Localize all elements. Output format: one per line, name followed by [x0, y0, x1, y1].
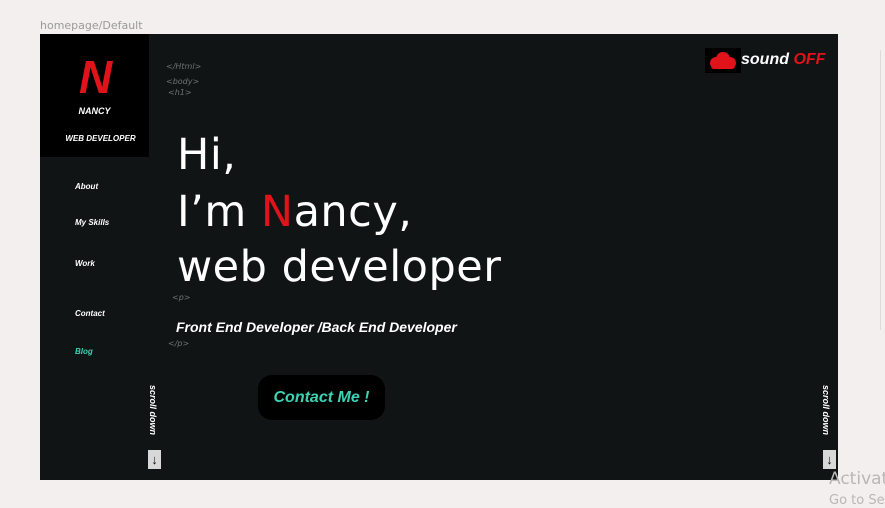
frame-label: homepage/Default — [40, 19, 143, 32]
contact-me-button[interactable]: Contact Me ! — [258, 375, 385, 420]
logo-block[interactable]: N NANCY WEB DEVELOPER — [40, 34, 149, 157]
code-tag-body-open: <body> — [166, 77, 200, 86]
hero-name-line: I’m Nancy, — [177, 191, 412, 234]
sound-state: OFF — [793, 51, 826, 68]
code-tag-h1-open: <h1> — [168, 88, 192, 97]
hero-role: web developer — [177, 242, 502, 292]
activation-watermark-subtitle: Go to Se — [829, 493, 885, 508]
hero-name-accent: N — [260, 187, 294, 237]
code-tag-p-close: </p> — [168, 339, 190, 348]
logo-letter: N — [79, 51, 113, 103]
scroll-down-arrow-icon[interactable]: ↓ — [148, 450, 161, 469]
nav-contact[interactable]: Contact — [75, 309, 105, 318]
code-tag-p-open: <p> — [172, 293, 191, 302]
scroll-down-label-right: scroll down — [821, 385, 831, 436]
nav-work[interactable]: Work — [75, 259, 95, 268]
nav-about[interactable]: About — [75, 182, 98, 191]
logo-name: NANCY — [78, 106, 111, 116]
scroll-down-arrow-icon-right[interactable]: ↓ — [823, 450, 836, 469]
nav-blog[interactable]: Blog — [75, 347, 93, 356]
scroll-down-label-left: scroll down — [148, 385, 158, 436]
hero-name-suffix: ancy, — [293, 187, 413, 237]
hero-greeting: Hi, — [177, 130, 237, 180]
sound-toggle[interactable]: sound OFF — [741, 51, 825, 69]
cloud-icon[interactable] — [705, 48, 741, 73]
activation-watermark-title: Activat — [829, 469, 885, 489]
hero-name-prefix: I’m — [177, 187, 261, 237]
hero-subtitle: Front End Developer /Back End Developer — [176, 319, 457, 335]
code-tag-html-close: </Html> — [166, 62, 202, 71]
nav-my-skills[interactable]: My Skills — [75, 218, 109, 227]
frame-edge-line — [880, 50, 881, 330]
sound-label: sound — [741, 51, 789, 68]
logo-role: WEB DEVELOPER — [65, 134, 136, 143]
homepage-canvas: N NANCY WEB DEVELOPER About My Skills Wo… — [40, 34, 838, 480]
